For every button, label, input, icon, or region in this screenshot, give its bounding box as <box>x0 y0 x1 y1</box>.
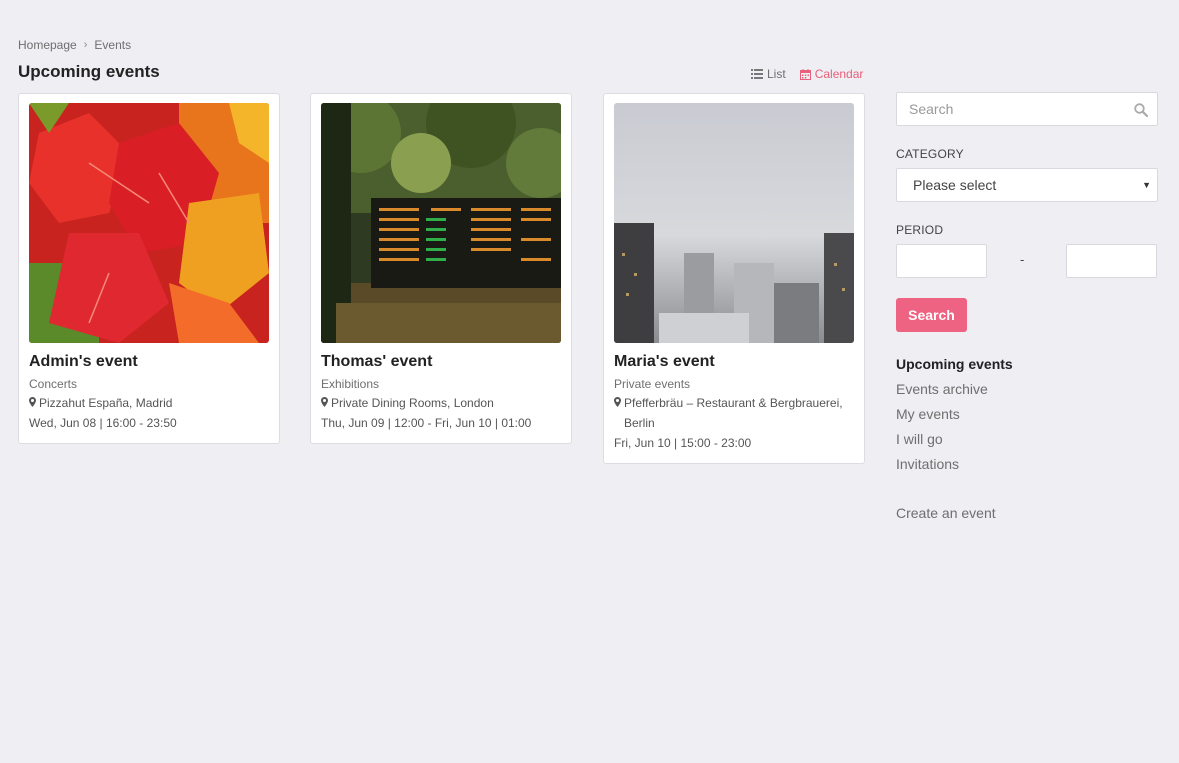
caret-down-icon: ▼ <box>1142 180 1151 190</box>
event-category: Concerts <box>29 377 78 391</box>
event-location: Private Dining Rooms, London <box>321 393 561 413</box>
event-card[interactable]: Maria's event Private events Pfefferbräu… <box>603 93 865 464</box>
event-location: Pizzahut España, Madrid <box>29 393 269 413</box>
event-date: Wed, Jun 08 | 16:00 - 23:50 <box>29 416 177 430</box>
create-event-link[interactable]: Create an event <box>896 505 996 521</box>
search-icon[interactable] <box>1134 103 1148 117</box>
page-title: Upcoming events <box>18 62 160 81</box>
breadcrumb-home-link[interactable]: Homepage <box>18 38 77 52</box>
map-pin-icon <box>29 397 36 407</box>
event-location: Pfefferbräu – Restaurant & Bergbrauerei,… <box>614 393 854 433</box>
event-card[interactable]: Thomas' event Exhibitions Private Dining… <box>310 93 572 444</box>
view-switch: List Calendar <box>751 67 863 81</box>
chevron-right-icon: › <box>83 39 88 51</box>
category-label: CATEGORY <box>896 147 964 161</box>
event-image-foggy-city[interactable] <box>614 103 854 343</box>
breadcrumb: Homepage › Events <box>18 38 131 52</box>
event-category: Exhibitions <box>321 377 380 391</box>
event-date: Thu, Jun 09 | 12:00 - Fri, Jun 10 | 01:0… <box>321 416 532 430</box>
event-card[interactable]: Admin's event Concerts Pizzahut España, … <box>18 93 280 444</box>
list-view-link[interactable]: List <box>751 67 786 81</box>
period-separator: - <box>1020 252 1025 267</box>
event-title[interactable]: Maria's event <box>614 353 854 371</box>
event-date: Fri, Jun 10 | 15:00 - 23:00 <box>614 436 752 450</box>
search-button[interactable]: Search <box>896 298 967 332</box>
events-nav: Upcoming events Events archive My events… <box>896 354 1013 479</box>
category-select[interactable]: Please select ▼ <box>896 168 1158 202</box>
category-select-value: Please select <box>913 177 997 193</box>
breadcrumb-current: Events <box>94 38 132 52</box>
event-image-autumn-leaves[interactable] <box>29 103 269 343</box>
list-icon <box>751 69 763 79</box>
event-image-forest-departures[interactable] <box>321 103 561 343</box>
event-title[interactable]: Thomas' event <box>321 353 561 371</box>
event-category: Private events <box>614 377 691 391</box>
nav-events-archive[interactable]: Events archive <box>896 379 1013 404</box>
period-end-input[interactable] <box>1066 244 1157 278</box>
map-pin-icon <box>321 397 328 407</box>
nav-upcoming-events[interactable]: Upcoming events <box>896 354 1013 379</box>
calendar-view-link[interactable]: Calendar <box>799 67 864 81</box>
event-location-text: Pizzahut España, Madrid <box>39 396 173 410</box>
nav-invitations[interactable]: Invitations <box>896 454 1013 479</box>
calendar-view-label: Calendar <box>814 67 864 81</box>
event-location-text: Pfefferbräu – Restaurant & Bergbrauerei,… <box>624 396 843 430</box>
period-label: PERIOD <box>896 223 944 237</box>
search-input[interactable] <box>897 93 1157 125</box>
nav-i-will-go[interactable]: I will go <box>896 429 1013 454</box>
period-start-input[interactable] <box>896 244 987 278</box>
map-pin-icon <box>614 397 621 407</box>
list-view-label: List <box>767 67 786 81</box>
calendar-icon <box>799 68 811 80</box>
search-field[interactable] <box>896 92 1158 126</box>
event-title[interactable]: Admin's event <box>29 353 269 371</box>
event-location-text: Private Dining Rooms, London <box>331 396 494 410</box>
nav-my-events[interactable]: My events <box>896 404 1013 429</box>
